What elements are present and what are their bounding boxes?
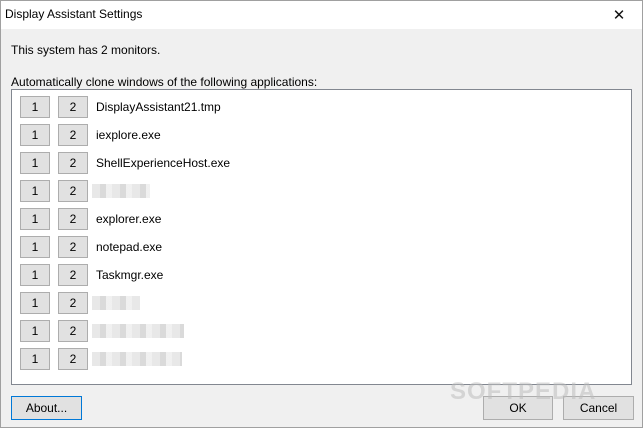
- settings-dialog: Display Assistant Settings ✕ This system…: [0, 0, 643, 428]
- list-item: 1 2 explorer.exe: [20, 208, 620, 232]
- monitor-1-button[interactable]: 1: [20, 208, 50, 230]
- monitor-1-button[interactable]: 1: [20, 348, 50, 370]
- close-button[interactable]: ✕: [596, 1, 642, 29]
- about-button[interactable]: About...: [11, 396, 82, 420]
- monitor-2-button[interactable]: 2: [58, 152, 88, 174]
- list-item: 12: [20, 180, 620, 204]
- list-item: 1 2 Taskmgr.exe: [20, 264, 620, 288]
- monitor-1-button[interactable]: 1: [20, 124, 50, 146]
- redacted-app-name: [92, 184, 150, 198]
- list-item: 12: [20, 348, 620, 372]
- list-item: 1 2 iexplore.exe: [20, 124, 620, 148]
- title-bar[interactable]: Display Assistant Settings ✕: [1, 1, 642, 29]
- monitor-2-button[interactable]: 2: [58, 124, 88, 146]
- app-name: ShellExperienceHost.exe: [96, 156, 231, 170]
- monitor-count-text: This system has 2 monitors.: [11, 43, 161, 57]
- softpedia-watermark: SOFTPEDIA: [450, 378, 597, 405]
- monitor-1-button[interactable]: 1: [20, 152, 50, 174]
- monitor-2-button[interactable]: 2: [58, 292, 88, 314]
- monitor-1-button[interactable]: 1: [20, 96, 50, 118]
- redacted-app-name: [92, 352, 182, 366]
- app-name: Taskmgr.exe: [96, 268, 164, 282]
- monitor-1-button[interactable]: 1: [20, 264, 50, 286]
- monitor-2-button[interactable]: 2: [58, 96, 88, 118]
- monitor-2-button[interactable]: 2: [58, 208, 88, 230]
- monitor-2-button[interactable]: 2: [58, 236, 88, 258]
- list-item: 1 2 DisplayAssistant21.tmp: [20, 96, 620, 120]
- list-item: 12: [20, 292, 620, 316]
- window-title: Display Assistant Settings: [5, 7, 143, 21]
- close-icon: ✕: [612, 7, 626, 24]
- monitor-1-button[interactable]: 1: [20, 292, 50, 314]
- redacted-app-name: [92, 296, 140, 310]
- app-name: notepad.exe: [96, 240, 163, 254]
- list-item: 1 2 notepad.exe: [20, 236, 620, 260]
- monitor-1-button[interactable]: 1: [20, 320, 50, 342]
- monitor-2-button[interactable]: 2: [58, 264, 88, 286]
- monitor-2-button[interactable]: 2: [58, 348, 88, 370]
- redacted-app-name: [92, 324, 184, 338]
- monitor-2-button[interactable]: 2: [58, 180, 88, 202]
- app-name: DisplayAssistant21.tmp: [96, 100, 221, 114]
- clone-list-label: Automatically clone windows of the follo…: [11, 75, 318, 89]
- monitor-1-button[interactable]: 1: [20, 236, 50, 258]
- monitor-2-button[interactable]: 2: [58, 320, 88, 342]
- monitor-1-button[interactable]: 1: [20, 180, 50, 202]
- list-item: 1 2 ShellExperienceHost.exe: [20, 152, 620, 176]
- app-name: iexplore.exe: [96, 128, 161, 142]
- list-item: 12: [20, 320, 620, 344]
- app-list[interactable]: 1 2 DisplayAssistant21.tmp 1 2 iexplore.exe 1 2…: [11, 89, 632, 385]
- app-name: explorer.exe: [96, 212, 162, 226]
